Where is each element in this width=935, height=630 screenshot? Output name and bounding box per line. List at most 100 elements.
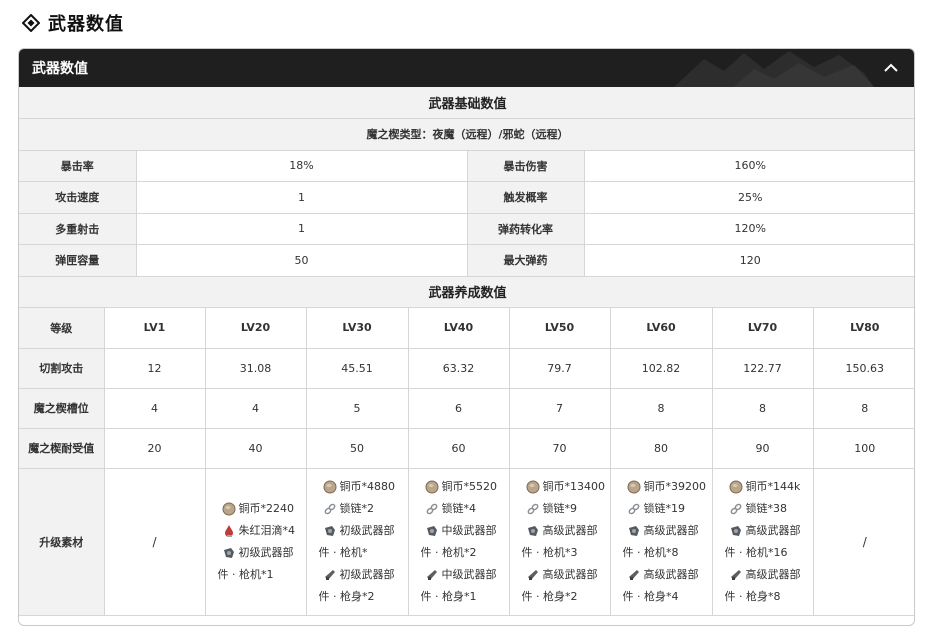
material-item: 铜币*144k [729, 477, 801, 497]
level-cell: LV40 [407, 308, 510, 349]
material-item: 中级武器部 [425, 565, 497, 585]
level-label: 等级 [19, 308, 105, 349]
chain-icon [627, 502, 641, 516]
trigger-part-icon [627, 524, 641, 538]
material-name: 锁链*19 [643, 501, 686, 515]
stat-value: 1 [135, 181, 468, 214]
material-item: 锁链*38 [729, 499, 787, 519]
stat-label: 弹药转化率 [466, 212, 585, 245]
collapse-chevron-up-icon[interactable] [882, 60, 900, 76]
level-cell: LV30 [305, 308, 409, 349]
stat-label: 攻击速度 [19, 181, 137, 214]
base-section-title: 武器基础数值 [19, 87, 914, 119]
material-name: 高级武器部 [542, 567, 598, 581]
value-cell: 20 [103, 427, 206, 469]
diamond-icon [22, 14, 40, 32]
material-item: 锁链*9 [526, 499, 577, 519]
level-cell: LV80 [812, 308, 914, 349]
stat-value: 120 [583, 244, 914, 277]
trigger-part-icon [222, 546, 236, 560]
page-title: 武器数值 [22, 10, 124, 36]
value-cell: 100 [812, 427, 914, 469]
materials-cell: 铜币*144k 锁链*38 高级武器部件 · 枪机*16 高级武器部件 · 枪身*8 [711, 467, 814, 616]
base-stats-table: 武器基础数值 魔之楔类型：夜魔（远程）/邪蛇（远程） 暴击率 18% 暴击伤害 … [19, 87, 914, 308]
material-name: 铜币*2240 [238, 501, 295, 515]
value-cell: 50 [305, 427, 409, 469]
barrel-part-icon [627, 568, 641, 582]
growth-row-mod-slots: 魔之楔槽位 4 4 5 6 7 8 8 8 [19, 387, 914, 429]
material-item: 高级武器部 [627, 565, 699, 585]
coin-icon [222, 502, 236, 516]
material-name: 铜币*4880 [339, 479, 396, 493]
stat-label: 暴击伤害 [466, 149, 585, 182]
coin-icon [526, 480, 540, 494]
material-item: 高级武器部 [729, 521, 801, 541]
material-name: 锁链*2 [339, 501, 375, 515]
trigger-part-icon [729, 524, 743, 538]
panel-header[interactable]: 武器数值 [19, 49, 914, 87]
material-item: 锁链*2 [323, 499, 375, 519]
material-name-continued: 件 · 枪机*1 [217, 567, 274, 581]
material-name: 锁链*4 [441, 501, 477, 515]
material-name: 高级武器部 [542, 523, 598, 537]
materials-cell: 铜币*2240 朱红泪滴*4 初级武器部件 · 枪机*1 [204, 467, 307, 616]
stat-label: 最大弹药 [466, 244, 585, 277]
value-cell: 63.32 [407, 347, 510, 389]
page-title-text: 武器数值 [48, 14, 124, 35]
material-name: 初级武器部 [339, 523, 395, 537]
trigger-part-icon [425, 524, 439, 538]
material-name-continued: 件 · 枪身*4 [622, 589, 679, 603]
materials-list: 铜币*5520 锁链*4 中级武器部件 · 枪机*2 中级武器部件 · 枪身*1 [409, 477, 509, 607]
materials-cell: 铜币*39200 锁链*19 高级武器部件 · 枪机*8 高级武器部件 · 枪身*4 [609, 467, 713, 616]
level-cell: LV20 [204, 308, 307, 349]
material-name-continued: 件 · 枪身*8 [724, 589, 781, 603]
materials-list: 铜币*4880 锁链*2 初级武器部件 · 枪机* 初级武器部件 · 枪身*2 [307, 477, 408, 607]
material-item: 初级武器部 [323, 565, 395, 585]
materials-cell: 铜币*13400 锁链*9 高级武器部件 · 枪机*3 高级武器部件 · 枪身*2 [508, 467, 611, 616]
materials-cell: 铜币*4880 锁链*2 初级武器部件 · 枪机* 初级武器部件 · 枪身*2 [305, 467, 409, 616]
value-cell: 4 [103, 387, 206, 429]
material-name: 高级武器部 [745, 523, 801, 537]
barrel-part-icon [729, 568, 743, 582]
materials-list: 铜币*144k 锁链*38 高级武器部件 · 枪机*16 高级武器部件 · 枪身*8 [713, 477, 813, 607]
material-name-continued: 件 · 枪机* [318, 545, 368, 559]
level-cell: LV50 [508, 308, 611, 349]
base-stat-row: 多重射击 1 弹药转化率 120% [19, 212, 914, 245]
material-name: 高级武器部 [643, 567, 699, 581]
coin-icon [425, 480, 439, 494]
material-name: 铜币*144k [745, 479, 801, 493]
stat-value: 18% [135, 149, 468, 182]
chain-icon [526, 502, 540, 516]
material-item: 高级武器部 [526, 521, 598, 541]
level-cell: LV60 [609, 308, 713, 349]
material-name-continued: 件 · 枪身*2 [521, 589, 578, 603]
value-cell: 8 [812, 387, 914, 429]
row-label: 魔之楔槽位 [19, 387, 105, 429]
value-cell: 7 [508, 387, 611, 429]
value-cell: 12 [103, 347, 206, 389]
material-name-continued: 件 · 枪机*16 [724, 545, 788, 559]
coin-icon [627, 480, 641, 494]
material-item: 锁链*4 [425, 499, 477, 519]
mod-type-line: 魔之楔类型：夜魔（远程）/邪蛇（远程） [19, 118, 914, 151]
empty-materials: / [152, 534, 157, 549]
value-cell: 102.82 [609, 347, 713, 389]
value-cell: 31.08 [204, 347, 307, 389]
material-name: 中级武器部 [441, 567, 497, 581]
materials-cell: / [812, 467, 914, 616]
row-label: 切割攻击 [19, 347, 105, 389]
panel-header-title: 武器数值 [32, 61, 88, 77]
materials-list: 铜币*13400 锁链*9 高级武器部件 · 枪机*3 高级武器部件 · 枪身*2 [510, 477, 610, 607]
material-item: 铜币*5520 [425, 477, 497, 497]
row-label: 升级素材 [19, 467, 105, 616]
growth-row-materials: 升级素材 / 铜币*2240 朱红泪滴*4 初级武器部件 · 枪机*1 铜币*488… [19, 467, 914, 616]
level-header-row: 等级 LV1 LV20 LV30 LV40 LV50 LV60 LV70 LV8… [19, 308, 914, 349]
material-name: 初级武器部 [339, 567, 395, 581]
material-name-continued: 件 · 枪机*8 [622, 545, 679, 559]
value-cell: 8 [609, 387, 713, 429]
material-item: 铜币*39200 [627, 477, 706, 497]
stat-value: 1 [135, 212, 468, 245]
growth-row-mod-tolerance: 魔之楔耐受值 20 40 50 60 70 80 90 100 [19, 427, 914, 469]
material-name: 铜币*13400 [542, 479, 606, 493]
weapon-stats-panel: 武器数值 武器基础数值 魔之楔类型：夜魔（远程）/邪蛇（远程） 暴击率 18% … [18, 48, 915, 626]
